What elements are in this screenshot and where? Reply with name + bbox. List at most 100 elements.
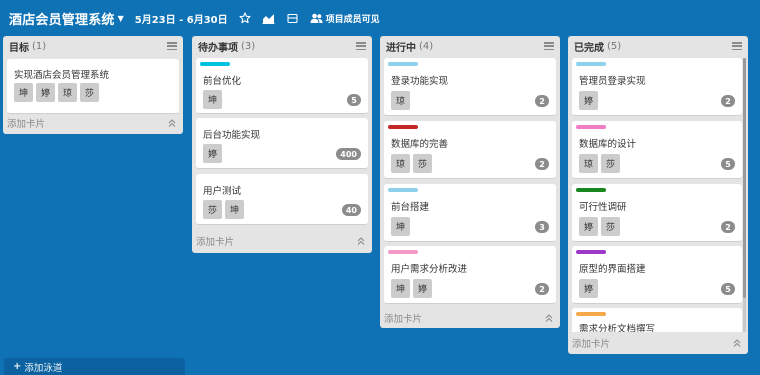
card-title: 需求分析文档撰写 <box>579 324 656 332</box>
list-count: (4) <box>419 40 434 52</box>
avatar[interactable]: 莎 <box>601 217 620 236</box>
date-range[interactable]: 5月23日 - 6月30日 <box>135 11 228 26</box>
avatar[interactable]: 琼 <box>58 83 77 102</box>
avatar[interactable]: 婷 <box>36 83 55 102</box>
card-badge: 2 <box>535 283 549 295</box>
card-label <box>576 250 606 254</box>
scrollbar-thumb[interactable] <box>743 58 746 298</box>
add-swimlane-button[interactable]: + 添加泳道 <box>4 358 185 375</box>
avatar[interactable]: 莎 <box>601 154 620 173</box>
card-members: 坤 <box>203 90 225 109</box>
card[interactable]: 原型的界面搭建 婷 5 <box>572 246 742 304</box>
avatar[interactable]: 婷 <box>579 279 598 298</box>
card-members: 婷 <box>579 279 601 298</box>
collapse-icon[interactable] <box>732 338 742 348</box>
card-title: 用户需求分析改进 <box>391 264 468 275</box>
card-members: 琼 莎 <box>579 154 623 173</box>
card-badge: 2 <box>721 95 735 107</box>
card-title: 实现酒店会员管理系统 <box>14 70 110 81</box>
card[interactable]: 用户需求分析改进 坤 婷 2 <box>384 246 556 304</box>
avatar[interactable]: 坤 <box>14 83 33 102</box>
list-todo: 待办事项 (3) 前台优化 坤 5 后台功能实现 婷 400 用户测试 莎 坤 … <box>192 36 372 253</box>
add-card-label: 添加卡片 <box>572 339 611 350</box>
calendar-icon[interactable] <box>286 11 300 25</box>
collapse-icon[interactable] <box>167 118 177 128</box>
avatar[interactable]: 琼 <box>579 154 598 173</box>
list-goals: 目标 (1) 实现酒店会员管理系统 坤 婷 琼 莎 添加卡片 <box>3 36 183 134</box>
chart-icon[interactable] <box>262 11 276 25</box>
card[interactable]: 数据库的设计 琼 莎 5 <box>572 121 742 179</box>
card-label <box>576 188 606 192</box>
board-title[interactable]: 酒店会员管理系统 <box>9 9 115 28</box>
card[interactable]: 管理员登录实现 婷 2 <box>572 58 742 116</box>
list-cards-scroll[interactable]: 管理员登录实现 婷 2 数据库的设计 琼 莎 5 可行性调研 婷 莎 2 原型的… <box>568 56 748 332</box>
card-title: 数据库的完善 <box>391 139 449 150</box>
card-title: 可行性调研 <box>579 202 627 213</box>
card-members: 坤 婷 琼 莎 <box>14 83 102 102</box>
list-count: (1) <box>32 40 47 52</box>
avatar[interactable]: 莎 <box>203 200 222 219</box>
list-name: 进行中 <box>386 42 416 54</box>
card-label <box>200 62 230 66</box>
menu-icon[interactable] <box>167 42 177 50</box>
collapse-icon[interactable] <box>356 236 366 246</box>
avatar[interactable]: 坤 <box>203 90 222 109</box>
avatar[interactable]: 琼 <box>391 154 410 173</box>
add-card-button[interactable]: 添加卡片 <box>572 335 744 351</box>
list-name: 目标 <box>9 42 29 54</box>
card-label <box>388 62 418 66</box>
avatar[interactable]: 婷 <box>203 144 222 163</box>
card[interactable]: 后台功能实现 婷 400 <box>196 118 368 169</box>
card-badge: 400 <box>336 148 361 160</box>
avatar[interactable]: 婷 <box>579 217 598 236</box>
list-scrollbar[interactable] <box>743 58 746 332</box>
card-label <box>576 62 606 66</box>
avatar[interactable]: 坤 <box>225 200 244 219</box>
list-name: 待办事项 <box>198 42 238 54</box>
menu-icon[interactable] <box>544 42 554 50</box>
card[interactable]: 用户测试 莎 坤 40 <box>196 174 368 225</box>
board-header: 酒店会员管理系统 ▼ 5月23日 - 6月30日 项目成员可见 <box>0 0 760 36</box>
card[interactable]: 前台优化 坤 5 <box>196 58 368 114</box>
card[interactable]: 可行性调研 婷 莎 2 <box>572 184 742 242</box>
card[interactable]: 登录功能实现 琼 2 <box>384 58 556 116</box>
avatar[interactable]: 莎 <box>80 83 99 102</box>
card[interactable]: 数据库的完善 琼 莎 2 <box>384 121 556 179</box>
visibility-label: 项目成员可见 <box>325 14 380 25</box>
menu-icon[interactable] <box>356 42 366 50</box>
list-header: 进行中 (4) <box>380 36 560 56</box>
card-title: 前台搭建 <box>391 202 430 213</box>
avatar[interactable]: 莎 <box>413 154 432 173</box>
add-card-button[interactable]: 添加卡片 <box>196 233 368 249</box>
card-members: 婷 莎 <box>579 217 623 236</box>
card-badge: 3 <box>535 221 549 233</box>
menu-icon[interactable] <box>732 42 742 50</box>
list-in-progress: 进行中 (4) 登录功能实现 琼 2 数据库的完善 琼 莎 2 前台搭建 坤 3… <box>380 36 560 328</box>
star-icon[interactable] <box>238 11 252 25</box>
card-badge: 2 <box>535 158 549 170</box>
chevron-down-icon[interactable]: ▼ <box>118 14 124 23</box>
list-header: 已完成 (5) <box>568 36 748 56</box>
card-members: 坤 <box>391 217 413 236</box>
add-card-button[interactable]: 添加卡片 <box>384 310 556 326</box>
card[interactable]: 实现酒店会员管理系统 坤 婷 琼 莎 <box>7 59 179 114</box>
visibility-button[interactable]: 项目成员可见 <box>310 12 380 25</box>
collapse-icon[interactable] <box>544 313 554 323</box>
card-label <box>388 188 418 192</box>
list-count: (3) <box>241 40 256 52</box>
avatar[interactable]: 婷 <box>413 279 432 298</box>
add-swimlane-label: 添加泳道 <box>24 362 63 374</box>
card[interactable]: 需求分析文档撰写 <box>572 308 742 332</box>
card-members: 坤 婷 <box>391 279 435 298</box>
card[interactable]: 前台搭建 坤 3 <box>384 184 556 242</box>
plus-icon: + <box>13 361 22 372</box>
avatar[interactable]: 坤 <box>391 217 410 236</box>
card-members: 莎 坤 <box>203 200 247 219</box>
list-done: 已完成 (5) 管理员登录实现 婷 2 数据库的设计 琼 莎 5 可行性调研 婷 <box>568 36 748 354</box>
avatar[interactable]: 婷 <box>579 91 598 110</box>
avatar[interactable]: 琼 <box>391 91 410 110</box>
add-card-button[interactable]: 添加卡片 <box>7 115 179 131</box>
card-title: 后台功能实现 <box>203 130 261 141</box>
card-title: 管理员登录实现 <box>579 76 646 87</box>
avatar[interactable]: 坤 <box>391 279 410 298</box>
